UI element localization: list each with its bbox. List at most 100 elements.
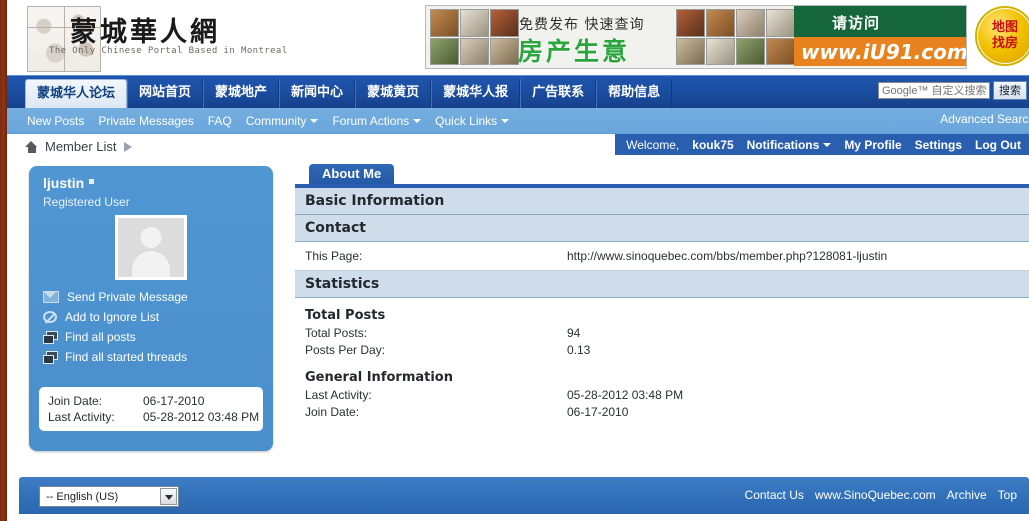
nav-tab-advertising-label: 广告联系 bbox=[532, 85, 584, 100]
footer-bar: -- English (US) Contact Us www.SinoQuebe… bbox=[19, 477, 1029, 514]
nav-tab-advertising[interactable]: 广告联系 bbox=[520, 79, 596, 108]
footer-top[interactable]: Top bbox=[998, 488, 1017, 502]
language-select[interactable]: -- English (US) bbox=[39, 486, 179, 507]
tab-about-me[interactable]: About Me bbox=[309, 164, 394, 184]
nav-tab-yellowpages-label: 蒙城黄页 bbox=[367, 85, 419, 100]
ad-headline-large: 房产生意 bbox=[518, 32, 630, 68]
send-private-message-action[interactable]: Send Private Message bbox=[43, 290, 188, 304]
ad-seal-line1: 地图 bbox=[977, 21, 1029, 35]
home-icon[interactable] bbox=[25, 141, 38, 153]
breadcrumb-row: Member List Welcome, kouk75 Notification… bbox=[7, 134, 1029, 162]
section-header-basic-information: Basic Information bbox=[295, 188, 1029, 215]
ban-icon bbox=[43, 311, 57, 323]
online-status-icon bbox=[89, 179, 94, 184]
avatar-placeholder-icon bbox=[118, 218, 184, 277]
statistics-spacer bbox=[305, 359, 1029, 370]
last-activity-row: Last Activity: 05-28-2012 03:48 PM bbox=[48, 409, 263, 425]
subnav-forum-actions[interactable]: Forum Actions bbox=[332, 114, 421, 128]
ad-url-label: www.iU91.com bbox=[801, 40, 967, 64]
subnav-faq[interactable]: FAQ bbox=[208, 114, 232, 128]
ad-headline-small: 免费发布 快速查询 bbox=[519, 14, 644, 34]
search-button[interactable]: 搜索 bbox=[993, 81, 1027, 100]
subnav-community[interactable]: Community bbox=[246, 114, 319, 128]
banner-advertisement[interactable]: 免费发布 快速查询 房产生意 请访问 www.iU91.com bbox=[425, 5, 967, 69]
basic-information-title: Basic Information bbox=[305, 193, 444, 209]
general-join-date-label: Join Date: bbox=[305, 404, 567, 421]
chevron-down-icon bbox=[413, 119, 421, 123]
ad-seal-badge[interactable]: 地图 找房 bbox=[975, 6, 1029, 66]
threads-icon bbox=[43, 351, 57, 363]
site-header: 蒙城華人網 The Only Chinese Portal Based in M… bbox=[7, 0, 1029, 75]
add-to-ignore-list-action[interactable]: Add to Ignore List bbox=[43, 310, 188, 324]
general-last-activity-value: 05-28-2012 03:48 PM bbox=[567, 387, 683, 404]
subnav-quick-links[interactable]: Quick Links bbox=[435, 114, 509, 128]
posts-per-day-row: Posts Per Day: 0.13 bbox=[305, 342, 1029, 359]
nav-tab-newspaper[interactable]: 蒙城华人报 bbox=[431, 79, 520, 108]
site-logo[interactable]: 蒙城華人網 The Only Chinese Portal Based in M… bbox=[15, 2, 415, 74]
search-input[interactable] bbox=[878, 82, 990, 99]
footer-sinoquebec[interactable]: www.SinoQuebec.com bbox=[815, 488, 936, 502]
total-posts-value: 94 bbox=[567, 325, 580, 342]
log-out-link[interactable]: Log Out bbox=[975, 138, 1021, 152]
section-header-statistics: Statistics bbox=[295, 271, 1029, 298]
ad-visit-banner: 请访问 bbox=[794, 6, 966, 37]
nav-tab-newspaper-label: 蒙城华人报 bbox=[443, 85, 508, 100]
nav-tab-news[interactable]: 新闻中心 bbox=[279, 79, 355, 108]
settings-link[interactable]: Settings bbox=[915, 138, 962, 152]
chevron-down-icon[interactable] bbox=[160, 488, 177, 505]
find-all-posts-label: Find all posts bbox=[65, 330, 136, 344]
advanced-search-link[interactable]: Advanced Search bbox=[940, 112, 1029, 126]
general-last-activity-row: Last Activity: 05-28-2012 03:48 PM bbox=[305, 387, 1029, 404]
notifications-label: Notifications bbox=[747, 138, 820, 152]
logo-chinese-title: 蒙城華人網 bbox=[70, 10, 220, 49]
current-username[interactable]: kouk75 bbox=[692, 138, 733, 152]
content-area: ljustin Registered User Send Private Mes… bbox=[7, 162, 1029, 472]
general-join-date-row: Join Date: 06-17-2010 bbox=[305, 404, 1029, 421]
contact-block: This Page: http://www.sinoquebec.com/bbs… bbox=[295, 242, 1029, 271]
secondary-navigation: New Posts Private Messages FAQ Community… bbox=[7, 108, 1029, 134]
avatar[interactable] bbox=[115, 215, 187, 280]
ad-seal-line2: 找房 bbox=[977, 37, 1029, 51]
find-all-posts-action[interactable]: Find all posts bbox=[43, 330, 188, 344]
nav-tab-help-label: 帮助信息 bbox=[608, 85, 660, 100]
member-username: ljustin bbox=[43, 175, 94, 191]
footer-contact-us[interactable]: Contact Us bbox=[745, 488, 804, 502]
primary-nav-tabs: 蒙城华人论坛 网站首页 蒙城地产 新闻中心 蒙城黄页 蒙城华人报 广告联系 帮助… bbox=[25, 79, 672, 108]
nav-tab-home[interactable]: 网站首页 bbox=[127, 79, 203, 108]
section-header-contact: Contact bbox=[295, 215, 1029, 242]
subnav-quick-links-label: Quick Links bbox=[435, 114, 497, 128]
footer-archive[interactable]: Archive bbox=[947, 488, 987, 502]
chevron-down-icon bbox=[310, 119, 318, 123]
envelope-icon bbox=[43, 291, 59, 303]
subnav-private-messages[interactable]: Private Messages bbox=[98, 114, 193, 128]
this-page-label: This Page: bbox=[305, 249, 567, 263]
nav-tab-realestate[interactable]: 蒙城地产 bbox=[203, 79, 279, 108]
total-posts-label: Total Posts: bbox=[305, 325, 567, 342]
find-all-started-threads-action[interactable]: Find all started threads bbox=[43, 350, 188, 364]
nav-tab-news-label: 新闻中心 bbox=[291, 85, 343, 100]
secondary-nav-links: New Posts Private Messages FAQ Community… bbox=[27, 108, 509, 133]
subnav-community-label: Community bbox=[246, 114, 307, 128]
notifications-menu[interactable]: Notifications bbox=[747, 138, 832, 152]
last-activity-value: 05-28-2012 03:48 PM bbox=[143, 409, 259, 425]
breadcrumb: Member List bbox=[25, 139, 132, 154]
nav-tab-realestate-label: 蒙城地产 bbox=[215, 85, 267, 100]
profile-tabstrip: About Me bbox=[295, 162, 1029, 184]
this-page-url[interactable]: http://www.sinoquebec.com/bbs/member.php… bbox=[567, 249, 887, 263]
google-search-box: 搜索 bbox=[878, 81, 1027, 100]
add-to-ignore-list-label: Add to Ignore List bbox=[65, 310, 159, 324]
ad-thumbnail-group-mid bbox=[676, 9, 765, 65]
subnav-new-posts[interactable]: New Posts bbox=[27, 114, 84, 128]
nav-tab-forum[interactable]: 蒙城华人论坛 bbox=[25, 79, 127, 109]
ad-url-banner[interactable]: www.iU91.com bbox=[794, 37, 966, 66]
contact-title: Contact bbox=[305, 220, 366, 236]
profile-main-panel: About Me Basic Information Contact This … bbox=[295, 162, 1029, 472]
general-information-group-title: General Information bbox=[305, 370, 1029, 385]
ad-visit-label: 请访问 bbox=[832, 12, 880, 33]
this-page-row: This Page: http://www.sinoquebec.com/bbs… bbox=[295, 242, 1029, 270]
nav-tab-yellowpages[interactable]: 蒙城黄页 bbox=[355, 79, 431, 108]
member-date-box: Join Date: 06-17-2010 Last Activity: 05-… bbox=[39, 387, 263, 431]
nav-tab-help[interactable]: 帮助信息 bbox=[596, 79, 672, 108]
breadcrumb-member-list[interactable]: Member List bbox=[45, 139, 117, 154]
my-profile-link[interactable]: My Profile bbox=[844, 138, 901, 152]
